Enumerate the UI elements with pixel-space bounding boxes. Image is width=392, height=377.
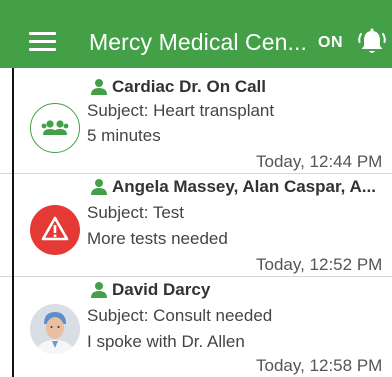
message-subject: Subject: Consult needed xyxy=(87,306,273,325)
sender-name: Cardiac Dr. On Call xyxy=(90,77,266,97)
sender-name: Angela Massey, Alan Caspar, A... xyxy=(90,177,376,197)
message-row[interactable]: Cardiac Dr. On Call Subject: Heart trans… xyxy=(0,68,392,171)
app-title: Mercy Medical Cen... xyxy=(89,29,308,55)
message-subject: Subject: Heart transplant xyxy=(87,101,275,120)
message-preview: I spoke with Dr. Allen xyxy=(87,332,245,351)
menu-icon[interactable] xyxy=(29,32,56,52)
sender-name-text: Angela Massey, Alan Caspar, A... xyxy=(112,177,376,196)
message-preview: More tests needed xyxy=(87,229,228,248)
person-icon xyxy=(91,179,107,195)
message-subject: Subject: Test xyxy=(87,203,185,222)
doctor-photo xyxy=(30,304,80,354)
sender-name-text: Cardiac Dr. On Call xyxy=(112,77,266,96)
message-timestamp: Today, 12:44 PM xyxy=(256,152,383,171)
group-icon xyxy=(41,120,69,135)
message-preview: 5 minutes xyxy=(87,126,161,145)
conversation-list-screen: Mercy Medical Cen... ON Cardiac Dr. On C… xyxy=(0,0,392,377)
warning-icon xyxy=(41,216,69,241)
alert-avatar xyxy=(30,205,80,255)
message-row[interactable]: Angela Massey, Alan Caspar, A... Subject… xyxy=(0,174,392,277)
app-bar: Mercy Medical Cen... ON xyxy=(0,0,392,68)
person-icon xyxy=(91,79,107,95)
message-row[interactable]: David Darcy Subject: Consult needed I sp… xyxy=(0,277,392,377)
person-icon xyxy=(91,282,107,298)
message-timestamp: Today, 12:58 PM xyxy=(256,356,383,375)
left-border xyxy=(12,68,14,377)
sender-name-text: David Darcy xyxy=(112,280,211,299)
doctor-photo-avatar xyxy=(30,304,80,354)
bell-ringing-icon[interactable] xyxy=(355,25,389,59)
message-timestamp: Today, 12:52 PM xyxy=(256,255,383,274)
group-avatar xyxy=(30,103,80,153)
status-label[interactable]: ON xyxy=(318,34,343,52)
sender-name: David Darcy xyxy=(90,280,210,300)
